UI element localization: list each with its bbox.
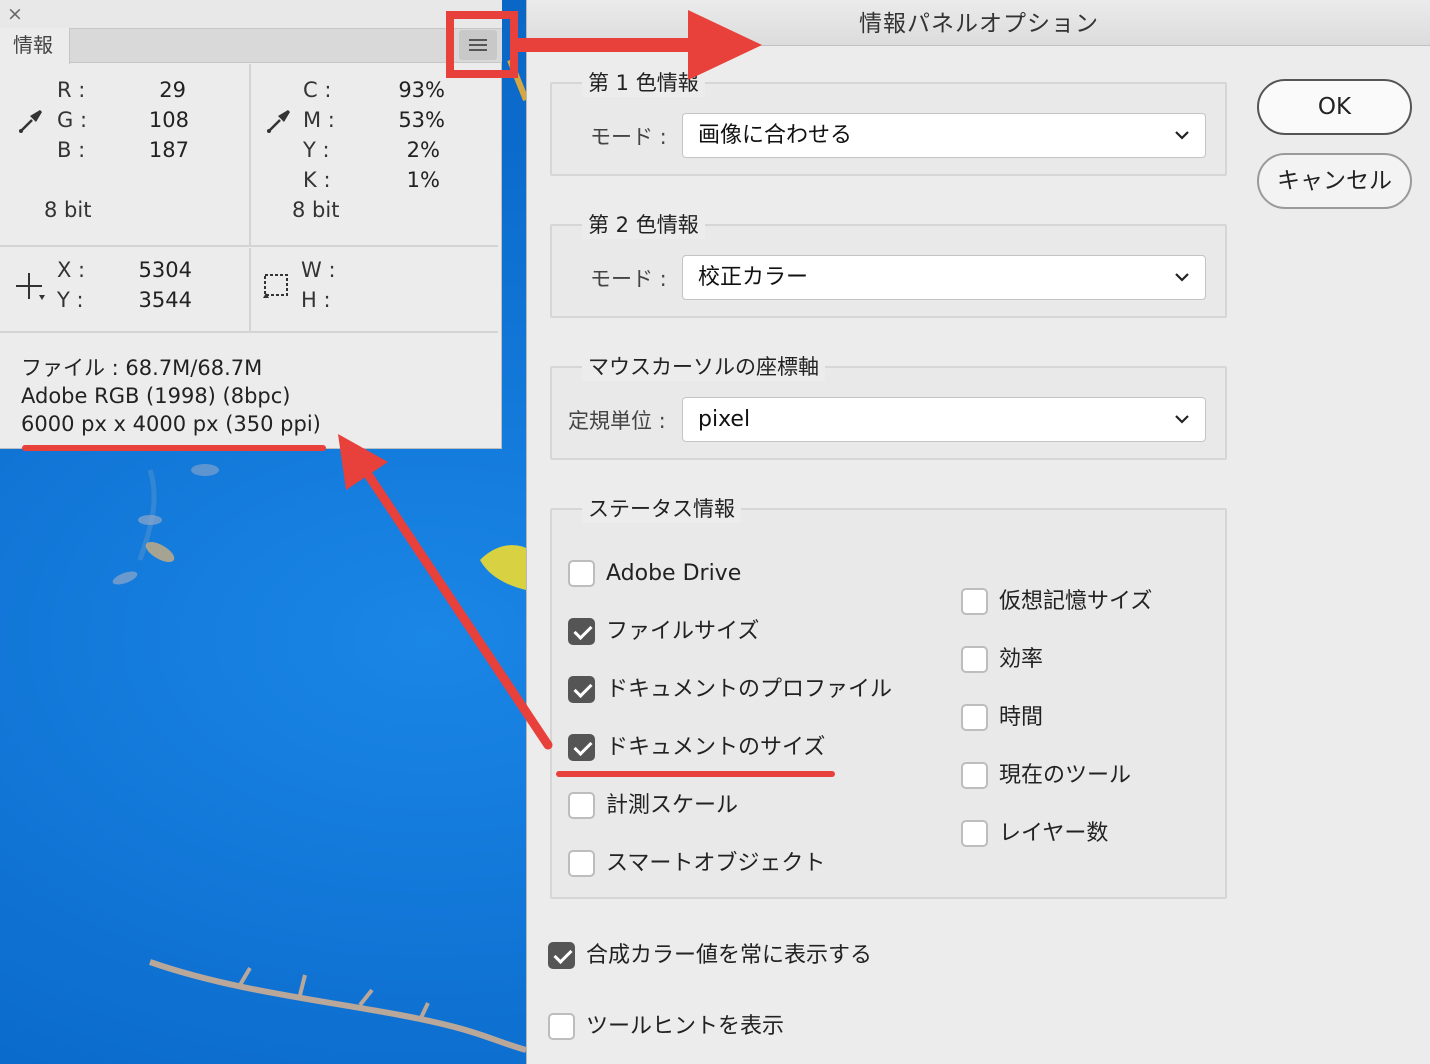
selection-size-icon — [263, 274, 288, 298]
close-icon[interactable]: × — [7, 3, 23, 25]
document-profile-label: ドキュメントのプロファイル — [606, 677, 893, 702]
info-panel: × 情報 R : 29 G : 108 B : 187 8 bit C : 93… — [0, 0, 502, 449]
tool-hints-checkbox[interactable] — [548, 1013, 575, 1040]
y-label: Y : — [57, 288, 84, 312]
cmyk-y-label: Y : — [303, 138, 330, 162]
smart-objects-label: スマートオブジェクト — [606, 851, 826, 876]
x-label: X : — [57, 258, 86, 282]
cmyk-m-value: 53% — [398, 108, 445, 132]
divider — [249, 64, 251, 246]
scratch-sizes-checkbox[interactable] — [961, 588, 988, 615]
chevron-down-icon — [1175, 131, 1189, 140]
first-mode-label: モード : — [590, 125, 667, 149]
divider — [0, 331, 498, 333]
dialog-title: 情報パネルオプション — [859, 11, 1099, 37]
crosshair-icon — [16, 273, 45, 300]
status-document-profile: Adobe RGB (1998) (8bpc) — [21, 384, 291, 408]
adobe-drive-checkbox[interactable] — [568, 560, 595, 587]
divider — [0, 245, 498, 247]
measurement-scale-checkbox[interactable] — [568, 792, 595, 819]
second-mode-label: モード : — [590, 267, 667, 291]
rgb-r-value: 29 — [159, 78, 186, 102]
measurement-scale-label: 計測スケール — [606, 793, 739, 818]
second-color-title: 第 2 色情報 — [582, 211, 705, 239]
rgb-r-label: R : — [57, 78, 86, 102]
current-tool-label: 現在のツール — [999, 763, 1132, 788]
cmyk-k-value: 1% — [406, 168, 440, 192]
eyedropper-icon — [267, 110, 290, 133]
adobe-drive-label: Adobe Drive — [606, 561, 742, 586]
file-size-checkbox[interactable] — [568, 618, 595, 645]
efficiency-checkbox[interactable] — [961, 646, 988, 673]
rgb-g-label: G : — [57, 108, 88, 132]
rgb-b-value: 187 — [148, 138, 189, 162]
eyedropper-icon — [19, 110, 42, 133]
divider — [249, 248, 251, 332]
y-value: 3544 — [138, 288, 192, 312]
cmyk-bit-depth: 8 bit — [292, 198, 340, 222]
dialog-titlebar: 情報パネルオプション — [527, 0, 1430, 46]
timing-checkbox[interactable] — [961, 704, 988, 731]
cmyk-c-label: C : — [303, 78, 332, 102]
rgb-bit-depth: 8 bit — [44, 198, 92, 222]
document-size-label: ドキュメントのサイズ — [606, 735, 826, 760]
w-label: W : — [301, 258, 336, 282]
first-color-title: 第 1 色情報 — [582, 69, 705, 97]
document-profile-checkbox[interactable] — [568, 676, 595, 703]
ruler-unit-label: 定規単位 : — [568, 409, 666, 433]
panel-top-bar: × — [0, 0, 502, 28]
second-mode-value: 校正カラー — [698, 265, 809, 290]
layer-count-label: レイヤー数 — [999, 821, 1109, 846]
annotation-highlight-box — [446, 11, 518, 78]
info-panel-options-dialog: 情報パネルオプション 第 1 色情報 モード : 画像に合わせる 第 2 色情報… — [526, 0, 1430, 1064]
rgb-b-label: B : — [57, 138, 86, 162]
cmyk-c-value: 93% — [398, 78, 445, 102]
rgb-g-value: 108 — [148, 108, 189, 132]
layer-count-checkbox[interactable] — [961, 820, 988, 847]
current-tool-checkbox[interactable] — [961, 762, 988, 789]
ruler-unit-value: pixel — [698, 407, 751, 432]
composite-color-label: 合成カラー値を常に表示する — [586, 943, 873, 968]
cmyk-m-label: M : — [303, 108, 335, 132]
composite-color-checkbox[interactable] — [548, 942, 575, 969]
tab-info[interactable]: 情報 — [0, 28, 70, 64]
ruler-unit-select[interactable]: pixel — [682, 397, 1206, 442]
timing-label: 時間 — [999, 705, 1044, 730]
panel-tab-row: 情報 — [0, 28, 502, 64]
ok-button[interactable]: OK — [1257, 79, 1412, 135]
annotation-underline — [556, 771, 835, 777]
h-label: H : — [301, 288, 331, 312]
annotation-underline — [22, 445, 326, 451]
cursor-coords-title: マウスカーソルの座標軸 — [582, 353, 825, 381]
first-mode-value: 画像に合わせる — [698, 123, 853, 148]
file-size-label: ファイルサイズ — [606, 619, 760, 644]
status-file-size: ファイル : 68.7M/68.7M — [21, 356, 263, 380]
status-document-size: 6000 px x 4000 px (350 ppi) — [21, 412, 321, 436]
smart-objects-checkbox[interactable] — [568, 850, 595, 877]
chevron-down-icon — [1175, 273, 1189, 282]
cmyk-y-value: 2% — [406, 138, 440, 162]
tool-hints-label: ツールヒントを表示 — [586, 1014, 785, 1039]
chevron-down-icon — [1175, 415, 1189, 424]
first-mode-select[interactable]: 画像に合わせる — [682, 113, 1206, 158]
cancel-button[interactable]: キャンセル — [1257, 153, 1412, 209]
cmyk-k-label: K : — [303, 168, 331, 192]
x-value: 5304 — [138, 258, 192, 282]
document-size-checkbox[interactable] — [568, 734, 595, 761]
scratch-sizes-label: 仮想記憶サイズ — [999, 589, 1153, 614]
efficiency-label: 効率 — [999, 647, 1044, 672]
second-mode-select[interactable]: 校正カラー — [682, 255, 1206, 300]
status-info-title: ステータス情報 — [582, 495, 741, 523]
